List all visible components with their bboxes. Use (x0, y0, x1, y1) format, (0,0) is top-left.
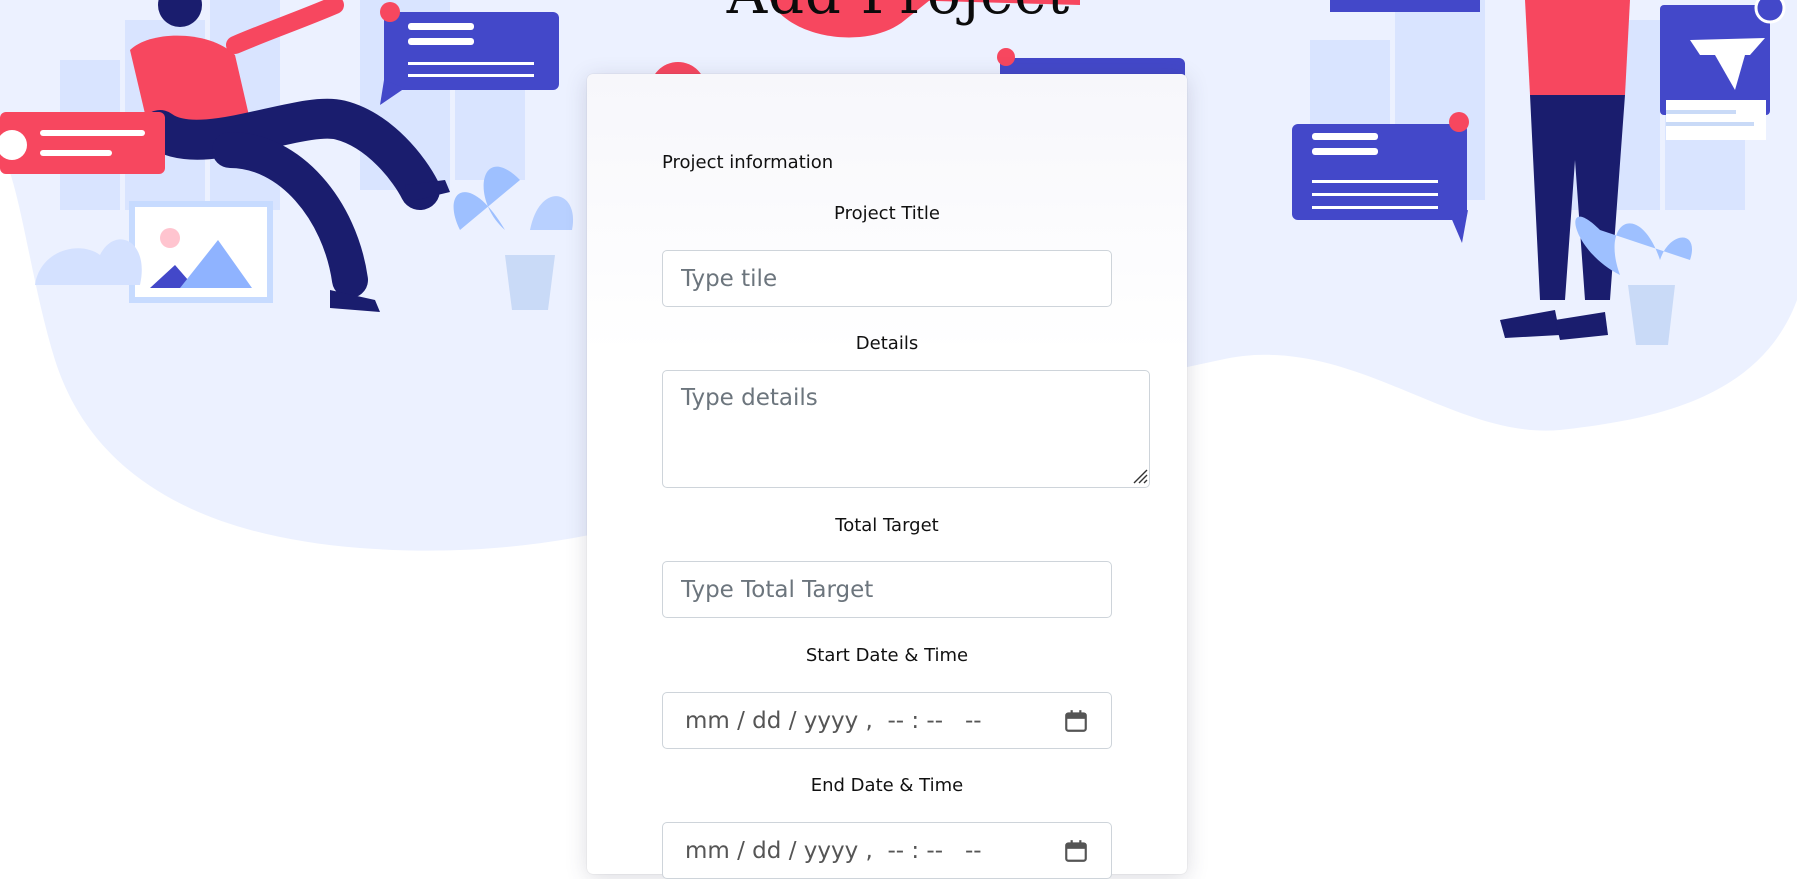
end-datetime-label: End Date & Time (810, 775, 964, 796)
start-datetime-label: Start Date & Time (805, 645, 969, 666)
details-textarea[interactable] (662, 370, 1150, 488)
start-datetime-value: mm / dd / yyyy , -- : -- -- (685, 707, 982, 734)
end-datetime-input[interactable]: mm / dd / yyyy , -- : -- -- (662, 822, 1112, 879)
picture-frame-left (129, 201, 273, 303)
calendar-icon[interactable] (1063, 838, 1089, 864)
details-label: Details (855, 333, 919, 354)
total-target-input[interactable] (662, 561, 1112, 618)
project-title-label: Project Title (834, 203, 940, 224)
section-heading: Project information (662, 152, 834, 173)
total-target-label: Total Target (835, 515, 939, 536)
project-title-input[interactable] (662, 250, 1112, 307)
start-datetime-input[interactable]: mm / dd / yyyy , -- : -- -- (662, 692, 1112, 749)
resize-grip-icon[interactable] (1128, 464, 1148, 484)
chat-bubble-pink-left (0, 112, 165, 174)
end-datetime-value: mm / dd / yyyy , -- : -- -- (685, 837, 982, 864)
calendar-icon[interactable] (1063, 708, 1089, 734)
page-title: Add Project (0, 0, 1797, 27)
add-project-form-card: Project information Project Title Detail… (587, 74, 1187, 879)
